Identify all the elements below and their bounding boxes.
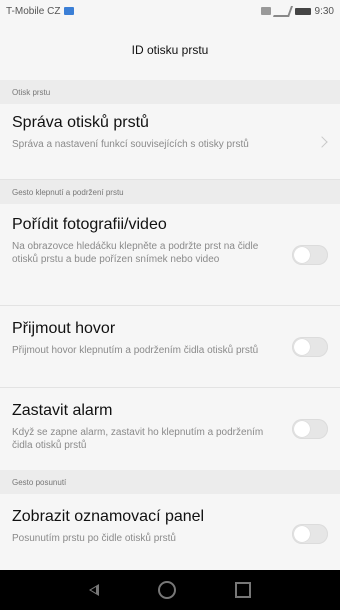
screenshot-icon	[260, 7, 271, 15]
navigation-bar	[0, 570, 340, 610]
row-stop-alarm[interactable]: Zastavit alarm Když se zapne alarm, zast…	[0, 388, 340, 470]
toggle-knob	[294, 421, 310, 437]
stop-alarm-toggle[interactable]	[292, 419, 328, 439]
clock: 9:30	[314, 5, 334, 17]
row-title: Zobrazit oznamovací panel	[12, 508, 205, 525]
row-title: Pořídit fotografii/video	[12, 216, 167, 233]
row-subtitle: Posunutím prstu po čidle otisků prstů	[12, 533, 176, 544]
toggle-knob	[294, 338, 310, 355]
signal-icon	[272, 5, 293, 17]
carrier-label: T-Mobile CZ	[6, 5, 61, 17]
row-subtitle: Když se zapne alarm, zastavit ho klepnut…	[12, 427, 264, 451]
settings-list: Otisk prstu Správa otisků prstů Správa a…	[0, 80, 340, 574]
notification-panel-toggle[interactable]	[292, 523, 328, 544]
toggle-knob	[294, 246, 310, 263]
status-right: 9:30	[260, 5, 334, 17]
page-title: ID otisku prstu	[131, 43, 209, 57]
take-photo-toggle[interactable]	[292, 244, 328, 265]
section-header-fingerprint: Otisk prstu	[0, 80, 340, 104]
row-answer-call[interactable]: Přijmout hovor Přijmout hovor klepnutím …	[0, 306, 340, 388]
row-subtitle: Přijmout hovor klepnutím a podržením čid…	[12, 345, 259, 356]
battery-icon	[294, 7, 311, 15]
answer-call-toggle[interactable]	[292, 336, 328, 357]
row-title: Přijmout hovor	[12, 320, 116, 337]
row-show-notification-panel[interactable]: Zobrazit oznamovací panel Posunutím prst…	[0, 494, 340, 574]
row-manage-fingerprints[interactable]: Správa otisků prstů Správa a nastavení f…	[0, 104, 340, 180]
recent-apps-icon[interactable]	[234, 582, 251, 598]
toggle-knob	[294, 525, 310, 542]
section-header-tap-hold: Gesto klepnutí a podržení prstu	[0, 180, 340, 204]
home-icon[interactable]	[157, 581, 176, 599]
row-title: Správa otisků prstů	[12, 114, 149, 131]
chevron-right-icon	[316, 135, 328, 148]
row-take-photo[interactable]: Pořídit fotografii/video Na obrazovce hl…	[0, 204, 340, 306]
back-icon[interactable]	[89, 584, 100, 596]
row-subtitle: Na obrazovce hledáčku klepněte a podržte…	[12, 241, 259, 265]
status-bar: T-Mobile CZ 9:30	[0, 0, 340, 22]
row-subtitle: Správa a nastavení funkcí souvisejících …	[12, 139, 249, 150]
row-title: Zastavit alarm	[12, 402, 113, 419]
section-header-swipe: Gesto posunutí	[0, 470, 340, 494]
status-left: T-Mobile CZ	[6, 5, 75, 17]
image-notification-icon	[64, 7, 75, 15]
